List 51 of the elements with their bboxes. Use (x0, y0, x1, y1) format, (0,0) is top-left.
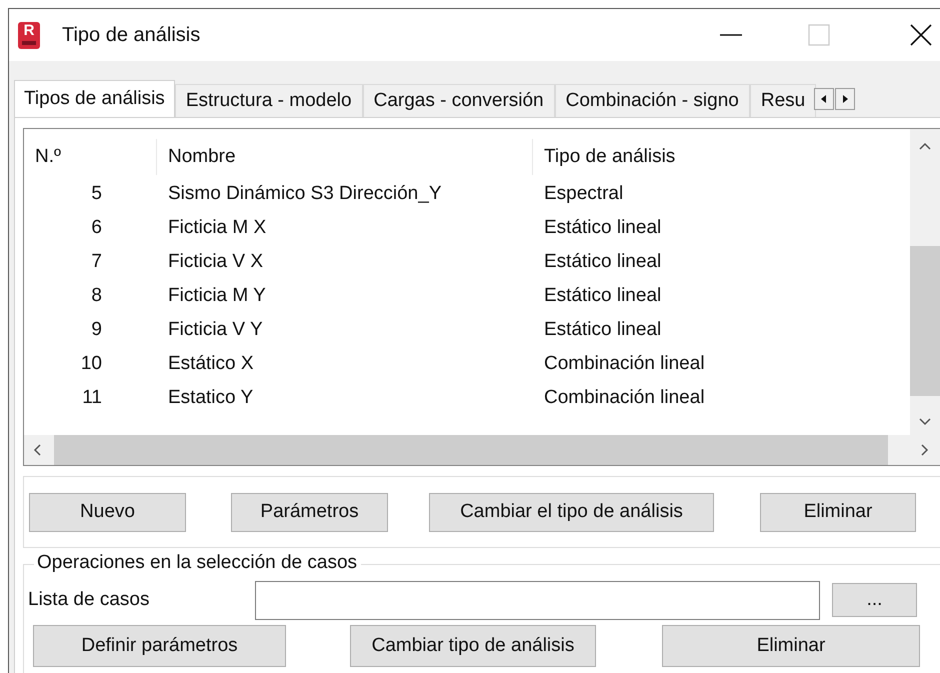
browse-button[interactable]: ... (832, 583, 917, 617)
table-cell-text: Espectral (543, 183, 624, 205)
case-list-field[interactable] (255, 580, 820, 620)
table-cell-text: Ficticia V Y (167, 319, 264, 341)
close-icon[interactable] (910, 24, 932, 46)
scroll-right-icon[interactable] (835, 88, 856, 110)
tab[interactable]: Tipos de análisis (14, 80, 175, 117)
action-button[interactable]: Cambiar tipo de análisis (350, 625, 596, 667)
table-cell-text: Estático lineal (543, 251, 662, 273)
window-title: Tipo de análisis (62, 24, 200, 46)
action-button[interactable]: Nuevo (29, 492, 186, 532)
table-cell-text: 11 (81, 387, 103, 409)
table-cell-text: 10 (80, 353, 103, 375)
scroll-left-icon[interactable] (32, 443, 42, 457)
table-cell-text: 7 (90, 251, 103, 273)
table-cell-text: Estático lineal (543, 217, 662, 239)
action-button[interactable]: Eliminar (662, 625, 920, 667)
table-cell-text: 8 (90, 285, 103, 307)
table-cell-text: Combinación lineal (543, 387, 706, 409)
scroll-left-icon[interactable] (814, 88, 834, 110)
scroll-right-icon[interactable] (920, 443, 930, 457)
action-button[interactable]: Eliminar (760, 492, 916, 532)
field-label: Lista de casos (28, 589, 150, 611)
column-header[interactable]: Tipo de análisis (533, 139, 910, 175)
table-cell-text: 5 (90, 183, 103, 205)
column-header[interactable]: N.º (24, 139, 157, 175)
table-cell-text: 9 (90, 319, 103, 341)
table-cell-text: Combinación lineal (543, 353, 706, 375)
vertical-scrollbar[interactable] (910, 129, 940, 435)
table-cell-text: Ficticia M Y (167, 285, 267, 307)
column-header[interactable]: Nombre (157, 139, 533, 175)
tab[interactable]: Combinación - signo (554, 84, 750, 117)
group-title: Operaciones en la selección de casos (34, 552, 362, 574)
table-cell-text: Estatico Y (167, 387, 254, 409)
action-button[interactable]: Definir parámetros (33, 625, 286, 667)
action-button[interactable]: Parámetros (231, 492, 388, 532)
table-cell-text: Ficticia V X (167, 251, 264, 273)
action-button[interactable]: Cambiar el tipo de análisis (429, 492, 714, 532)
scroll-down-icon[interactable] (918, 417, 932, 427)
table-cell-text: Ficticia M X (167, 217, 268, 239)
tab[interactable]: Estructura - modelo (174, 84, 363, 117)
table-cell-text: Estático lineal (543, 319, 662, 341)
tab[interactable]: Resu (750, 84, 816, 117)
table-cell-text: Estático X (167, 353, 255, 375)
scroll-up-icon[interactable] (918, 141, 932, 151)
app-icon: R (18, 22, 40, 48)
table-cell-text: Sismo Dinámico S3 Dirección_Y (167, 183, 442, 205)
table-cell-text: Estático lineal (543, 285, 662, 307)
table-cell-text: 6 (90, 217, 103, 239)
scroll-thumb[interactable] (910, 246, 940, 396)
tab[interactable]: Cargas - conversión (362, 84, 555, 117)
